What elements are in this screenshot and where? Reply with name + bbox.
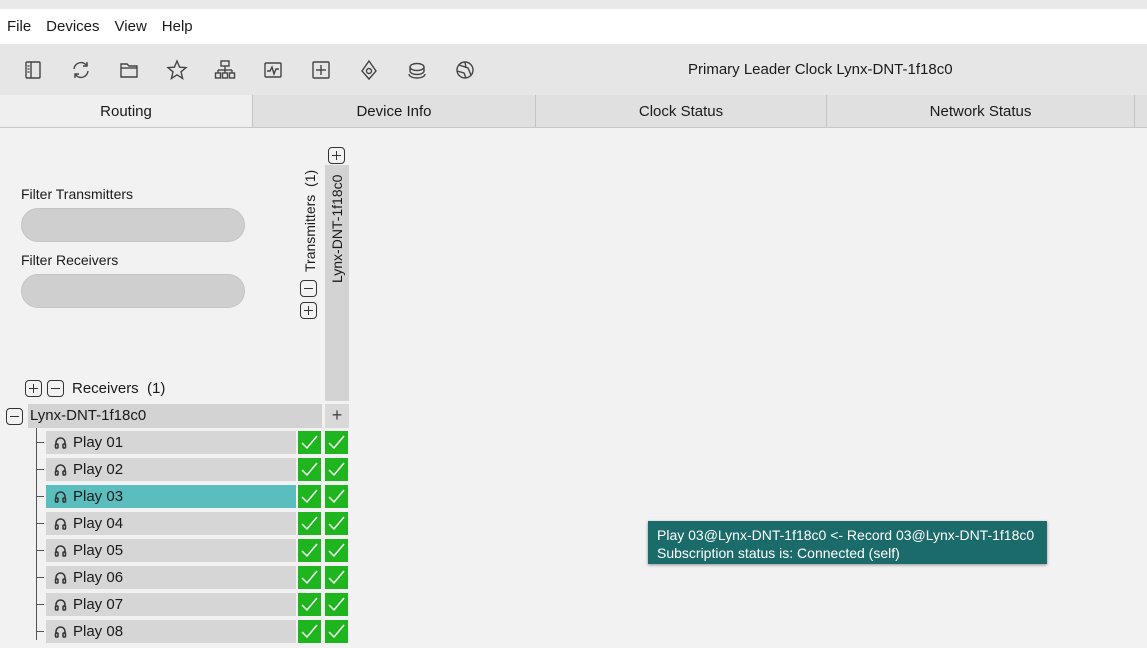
receiver-channel-label: Play 06 <box>73 569 124 586</box>
storage-icon[interactable] <box>404 57 430 83</box>
tab-routing[interactable]: Routing <box>0 95 253 127</box>
receiver-channel-label: Play 07 <box>73 596 124 613</box>
headphones-icon <box>54 544 73 557</box>
filter-receivers-input[interactable] <box>21 274 245 308</box>
tab-device-info[interactable]: Device Info <box>253 95 536 127</box>
subscription-status-cell[interactable] <box>298 539 321 562</box>
menu-help[interactable]: Help <box>162 18 193 35</box>
receiver-channel-row[interactable]: Play 04 <box>46 512 296 535</box>
transmitter-device-label: Lynx-DNT-1f18c0 <box>329 174 345 283</box>
receiver-channel-label: Play 04 <box>73 515 124 532</box>
refresh-icon[interactable] <box>68 57 94 83</box>
tree-branch <box>36 442 44 443</box>
tooltip-route: Play 03@Lynx-DNT-1f18c0 <- Record 03@Lyn… <box>657 527 1035 543</box>
menu-bar: File Devices View Help <box>0 9 1147 44</box>
subscription-status-cell[interactable] <box>298 512 321 535</box>
tree-branch <box>36 523 44 524</box>
headphones-icon <box>54 436 73 449</box>
transmitters-header: Transmitters (1) <box>302 162 318 272</box>
tree-branch <box>36 631 44 632</box>
headphones-icon <box>54 625 73 638</box>
expand-transmitter-device-icon[interactable] <box>328 147 345 164</box>
tree-line <box>36 428 37 640</box>
add-subscription-cell[interactable]: + <box>325 404 349 428</box>
receiver-channel-row[interactable]: Play 02 <box>46 458 296 481</box>
receiver-channel-label: Play 03 <box>73 488 124 505</box>
tab-clock-status[interactable]: Clock Status <box>536 95 827 127</box>
receiver-channel-row[interactable]: Play 05 <box>46 539 296 562</box>
tab-network-status[interactable]: Network Status <box>827 95 1135 127</box>
tree-branch <box>36 469 44 470</box>
subscription-crosspoint-cell[interactable] <box>325 458 348 481</box>
subscription-crosspoint-cell[interactable] <box>325 593 348 616</box>
collapse-receiver-device-icon[interactable] <box>6 408 23 425</box>
headphones-icon <box>54 571 73 584</box>
add-icon[interactable] <box>308 57 334 83</box>
tree-branch <box>36 604 44 605</box>
headphones-icon <box>54 490 73 503</box>
menu-view[interactable]: View <box>115 18 147 35</box>
toolbar: Primary Leader Clock Lynx-DNT-1f18c0 <box>0 44 1147 95</box>
receiver-channel-row[interactable]: Play 06 <box>46 566 296 589</box>
headphones-icon <box>54 463 73 476</box>
filter-transmitters-input[interactable] <box>21 208 245 242</box>
subscription-status-cell[interactable] <box>298 593 321 616</box>
tooltip-status: Subscription status is: Connected (self) <box>657 545 900 561</box>
collapse-transmitters-icon[interactable] <box>300 280 317 297</box>
subscription-crosspoint-cell[interactable] <box>325 431 348 454</box>
subscription-status-cell[interactable] <box>298 431 321 454</box>
filter-receivers-label: Filter Receivers <box>21 252 119 268</box>
subscription-crosspoint-cell[interactable] <box>325 566 348 589</box>
subscription-status-cell[interactable] <box>298 485 321 508</box>
receivers-count: (1) <box>147 380 166 397</box>
receiver-channel-label: Play 05 <box>73 542 124 559</box>
receiver-channel-row[interactable]: Play 01 <box>46 431 296 454</box>
network-icon[interactable] <box>212 57 238 83</box>
expand-transmitters-icon[interactable] <box>300 302 317 319</box>
subscription-tooltip: Play 03@Lynx-DNT-1f18c0 <- Record 03@Lyn… <box>648 521 1047 564</box>
receiver-channel-label: Play 01 <box>73 434 124 451</box>
subscription-crosspoint-cell[interactable] <box>325 485 348 508</box>
filter-transmitters-label: Filter Transmitters <box>21 186 134 202</box>
tab-bar: Routing Device Info Clock Status Network… <box>0 95 1147 128</box>
title-strip <box>0 0 1147 9</box>
activity-icon[interactable] <box>260 57 286 83</box>
tree-branch <box>36 550 44 551</box>
headphones-icon <box>54 598 73 611</box>
transmitters-count: (1) <box>302 169 318 187</box>
collapse-receivers-icon[interactable] <box>47 380 64 397</box>
menu-devices[interactable]: Devices <box>46 18 99 35</box>
subscription-crosspoint-cell[interactable] <box>325 539 348 562</box>
sidebar-icon[interactable] <box>20 57 46 83</box>
star-icon[interactable] <box>164 57 190 83</box>
receiver-channel-label: Play 02 <box>73 461 124 478</box>
receivers-header-label: Receivers <box>72 380 139 397</box>
receiver-channel-row[interactable]: Play 03 <box>46 485 296 508</box>
tree-branch <box>36 496 44 497</box>
expand-receivers-icon[interactable] <box>25 380 42 397</box>
transmitters-header-label: Transmitters <box>302 194 318 272</box>
receivers-header: Receivers (1) <box>72 380 165 397</box>
globe-icon[interactable] <box>452 57 478 83</box>
subscription-crosspoint-cell[interactable] <box>325 512 348 535</box>
location-icon[interactable] <box>356 57 382 83</box>
receiver-channel-row[interactable]: Play 07 <box>46 593 296 616</box>
leader-clock-label: Primary Leader Clock Lynx-DNT-1f18c0 <box>688 61 953 78</box>
tree-branch <box>36 577 44 578</box>
subscription-status-cell[interactable] <box>298 458 321 481</box>
folder-icon[interactable] <box>116 57 142 83</box>
headphones-icon <box>54 517 73 530</box>
subscription-status-cell[interactable] <box>298 566 321 589</box>
menu-file[interactable]: File <box>7 18 31 35</box>
receiver-device-row[interactable]: Lynx-DNT-1f18c0 <box>28 404 322 428</box>
